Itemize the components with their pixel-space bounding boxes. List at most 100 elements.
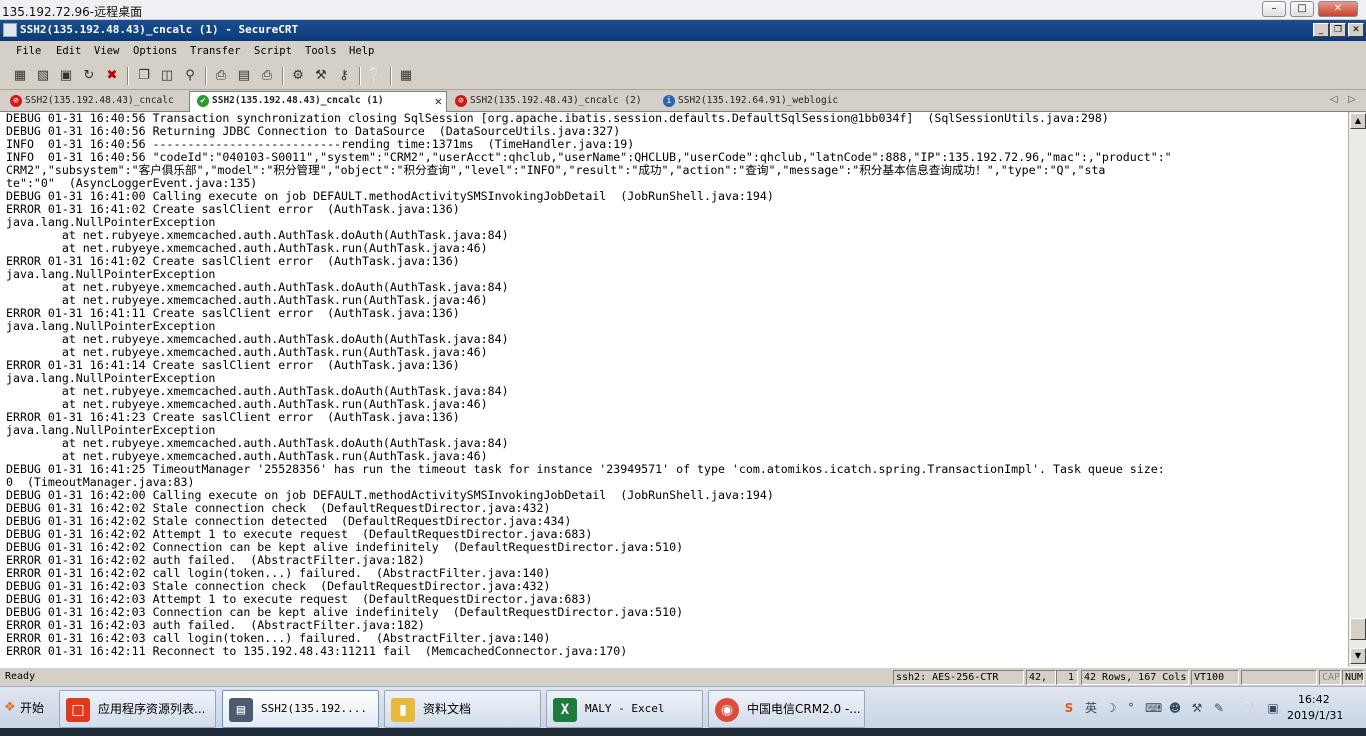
chrome-icon: ◉ <box>715 698 739 722</box>
remote-desktop-title: 135.192.72.96-远程桌面 <box>2 5 143 19</box>
find-icon[interactable]: ⚲ <box>181 67 199 85</box>
paste-icon[interactable]: ◫ <box>158 67 176 85</box>
window-close-button[interactable]: ✕ <box>1348 23 1364 37</box>
copy-icon[interactable]: ❐ <box>135 67 153 85</box>
tab-session-weblogic[interactable]: i SSH2(135.192.64.91)_weblogic <box>656 92 856 111</box>
global-options-icon[interactable]: ⚒ <box>312 67 330 85</box>
start-label: 开始 <box>20 701 45 715</box>
menu-transfer[interactable]: Transfer <box>190 45 241 57</box>
edit-icon[interactable]: ✎ <box>1211 700 1227 716</box>
toolbar: ▦ ▧ ▣ ↻ ✖ ❐ ◫ ⚲ ⎙ ▤ ⎙ ⚙ ⚒ ⚷ ❔ ▦ <box>0 62 1366 90</box>
window-restore-button[interactable]: ❐ <box>1330 23 1346 37</box>
excel-icon: X <box>553 698 577 722</box>
tab-session-active[interactable]: ✔ SSH2(135.192.48.43)_cncalc (1) ✕ <box>189 91 447 112</box>
sftp-icon[interactable]: ▦ <box>397 67 415 85</box>
help-icon[interactable]: ❔ <box>366 67 384 85</box>
scroll-up-icon[interactable]: ▲ <box>1350 113 1366 129</box>
keymap-icon[interactable]: ⚷ <box>335 67 353 85</box>
printer-icon[interactable]: ⎙ <box>258 67 276 85</box>
taskbar-item-label: SSH2(135.192.... <box>261 702 367 715</box>
toolbar-separator <box>127 67 129 85</box>
menu-tools[interactable]: Tools <box>305 45 337 57</box>
taskbar-item-app-resources[interactable]: □ 应用程序资源列表... <box>59 690 216 728</box>
session-options-icon[interactable]: ⚙ <box>289 67 307 85</box>
taskbar-item-label: 资料文档 <box>423 702 472 716</box>
toolbar-separator <box>390 67 392 85</box>
language-icon[interactable]: 英 <box>1083 700 1099 716</box>
status-row: 42, <box>1026 670 1056 685</box>
terminal-lines: DEBUG 01-31 16:40:56 Transaction synchro… <box>6 112 1172 658</box>
connect-tab-icon[interactable]: ▣ <box>57 67 75 85</box>
taskbar-item-documents[interactable]: ▮ 资料文档 <box>384 690 541 728</box>
status-ready: Ready <box>5 671 36 682</box>
menu-edit[interactable]: Edit <box>56 45 81 57</box>
taskbar-item-excel[interactable]: X MALY - Excel <box>546 690 703 728</box>
keyboard-icon[interactable]: ⌨ <box>1145 700 1162 716</box>
terminal-line: ERROR 01-31 16:42:11 Reconnect to 135.19… <box>6 644 628 658</box>
tab-session-1[interactable]: ⊘ SSH2(135.192.48.43)_cncalc <box>3 92 189 111</box>
tools-icon[interactable]: ⚒ <box>1189 700 1205 716</box>
taskbar-item-label: 中国电信CRM2.0 -... <box>747 702 861 716</box>
menu-help[interactable]: Help <box>349 45 374 57</box>
menu-file[interactable]: File <box>16 45 41 57</box>
tab-label: SSH2(135.192.48.43)_cncalc <box>25 95 174 106</box>
user-icon[interactable]: ☻ <box>1167 700 1183 716</box>
folder-icon: ▮ <box>391 698 415 722</box>
taskbar-thumbnail-strip <box>0 728 1366 736</box>
status-col: 1 <box>1056 670 1078 685</box>
securecrt-icon: ▤ <box>229 698 253 722</box>
windows-logo-icon: ❖ <box>4 700 16 715</box>
scroll-down-icon[interactable]: ▼ <box>1350 648 1366 664</box>
menu-view[interactable]: View <box>94 45 119 57</box>
help-icon[interactable]: ❔ <box>1241 700 1257 716</box>
punctuation-icon[interactable]: ° <box>1123 700 1139 716</box>
tab-label: SSH2(135.192.48.43)_cncalc (1) <box>212 95 384 106</box>
sogou-icon[interactable]: S <box>1061 700 1077 716</box>
toolbar-separator <box>359 67 361 85</box>
tab-session-2[interactable]: ⊘ SSH2(135.192.48.43)_cncalc (2) <box>448 92 653 111</box>
quick-connect-icon[interactable]: ▧ <box>34 67 52 85</box>
toolbar-separator <box>205 67 207 85</box>
error-icon: ⊘ <box>10 95 22 107</box>
print-selection-icon[interactable]: ▤ <box>235 67 253 85</box>
window-title: SSH2(135.192.48.43)_cncalc (1) - SecureC… <box>20 23 299 36</box>
tab-scroll-right-icon[interactable]: ▷ <box>1348 94 1356 105</box>
status-bar: Ready ssh2: AES-256-CTR 42, 1 42 Rows, 1… <box>0 667 1366 686</box>
taskbar-item-label: 应用程序资源列表... <box>98 702 206 716</box>
status-size: 42 Rows, 167 Cols <box>1081 670 1189 685</box>
connect-icon[interactable]: ▦ <box>11 67 29 85</box>
moon-icon[interactable]: ☽ <box>1103 700 1119 716</box>
connected-check-icon: ✔ <box>197 95 209 107</box>
taskbar-item-label: MALY - Excel <box>585 702 665 715</box>
status-cap: CAP <box>1319 670 1341 685</box>
error-icon: ⊘ <box>455 95 467 107</box>
reconnect-icon[interactable]: ↻ <box>80 67 98 85</box>
status-emulation: VT100 <box>1191 670 1239 685</box>
taskbar-item-chrome[interactable]: ◉ 中国电信CRM2.0 -... <box>708 690 865 728</box>
network-icon[interactable]: ▣ <box>1265 700 1281 716</box>
rdp-minimize-button[interactable]: – <box>1262 1 1286 17</box>
terminal-scrollbar[interactable]: ▲ ▼ <box>1348 112 1366 667</box>
securecrt-app-icon <box>3 23 17 37</box>
print-icon[interactable]: ⎙ <box>212 67 230 85</box>
tab-label: SSH2(135.192.64.91)_weblogic <box>678 95 839 106</box>
tab-close-icon[interactable]: ✕ <box>435 92 442 110</box>
clock-date[interactable]: 2019/1/31 <box>1287 709 1343 722</box>
start-button[interactable]: ❖ 开始 <box>2 693 52 723</box>
session-tab-bar: ⊘ SSH2(135.192.48.43)_cncalc ✔ SSH2(135.… <box>0 90 1366 112</box>
scroll-thumb[interactable] <box>1350 618 1366 640</box>
menu-bar: File Edit View Options Transfer Script T… <box>0 41 1366 62</box>
info-icon: i <box>663 95 675 107</box>
tab-label: SSH2(135.192.48.43)_cncalc (2) <box>470 95 642 106</box>
tab-scroll-left-icon[interactable]: ◁ <box>1330 94 1338 105</box>
toolbar-separator <box>282 67 284 85</box>
clock-time[interactable]: 16:42 <box>1298 693 1330 706</box>
taskbar-item-securecrt[interactable]: ▤ SSH2(135.192.... <box>222 690 379 728</box>
menu-script[interactable]: Script <box>254 45 292 57</box>
rdp-restore-button[interactable]: □ <box>1290 1 1314 17</box>
rdp-close-button[interactable]: ✕ <box>1318 1 1358 17</box>
window-minimize-button[interactable]: _ <box>1313 23 1329 37</box>
menu-options[interactable]: Options <box>133 45 177 57</box>
disconnect-icon[interactable]: ✖ <box>103 67 121 85</box>
terminal-output[interactable]: DEBUG 01-31 16:40:56 Transaction synchro… <box>0 112 1348 667</box>
